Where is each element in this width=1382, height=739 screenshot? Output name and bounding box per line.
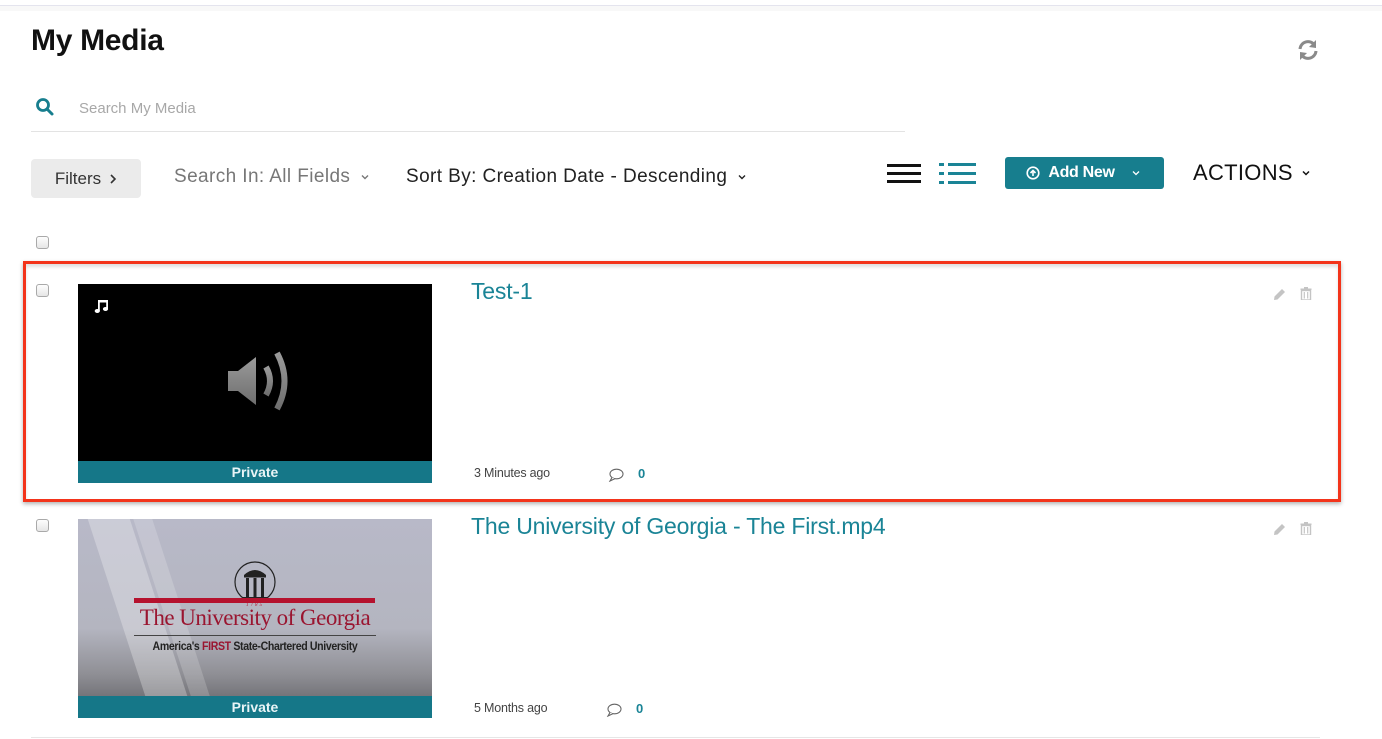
tagline-pre: America's [152,639,203,653]
tagline-bold: FIRST [202,639,231,653]
music-note-icon [94,300,109,313]
privacy-badge: Private [78,461,432,483]
chevron-down-icon [361,175,369,180]
top-band [0,6,1382,11]
edit-icon[interactable] [1273,288,1286,301]
search-in-dropdown[interactable]: Search In: All Fields [174,166,370,188]
row-divider [31,737,1320,738]
filters-button[interactable]: Filters [31,159,141,198]
refresh-button[interactable] [1296,38,1320,62]
tagline-post: State-Chartered University [230,639,358,653]
comment-count[interactable]: 0 [638,466,645,481]
comment-icon [608,468,624,482]
speaker-icon [228,351,288,411]
comment-count[interactable]: 0 [636,701,643,716]
page-title: My Media [31,24,164,57]
sort-by-label: Sort By: Creation Date - Descending [406,166,728,187]
media-time: 3 Minutes ago [474,466,550,480]
media-thumbnail[interactable]: 1785 The University of Georgia America's… [78,519,432,718]
chevron-down-icon [738,175,746,180]
sort-by-dropdown[interactable]: Sort By: Creation Date - Descending [406,166,747,188]
refresh-icon [1298,40,1318,60]
privacy-badge: Private [78,696,432,718]
filters-label: Filters [54,168,102,188]
thumbnail-divider [134,635,376,636]
search-bar [31,90,905,132]
arch-logo-icon [234,561,276,603]
media-time: 5 Months ago [474,701,548,715]
upload-icon [1026,166,1040,180]
chevron-right-icon [110,173,117,184]
media-title-link[interactable]: Test-1 [471,278,533,305]
add-new-button[interactable]: Add New [1005,157,1164,189]
edit-icon[interactable] [1273,523,1286,536]
thumbnail-tagline: America's FIRST State-Chartered Universi… [99,639,411,653]
delete-icon[interactable] [1300,287,1312,300]
media-thumbnail[interactable]: Private [78,284,432,483]
row-checkbox[interactable] [36,519,49,532]
delete-icon[interactable] [1300,522,1312,535]
actions-dropdown[interactable]: ACTIONS [1193,160,1311,186]
row-checkbox[interactable] [36,284,49,297]
detailed-view-button[interactable] [939,162,977,186]
chevron-down-icon [1132,171,1140,176]
search-in-label: Search In: All Fields [174,166,351,187]
list-view-button[interactable] [887,163,922,185]
comment-icon [606,703,622,717]
list-view-icon [887,164,921,183]
actions-label: ACTIONS [1193,160,1293,185]
thumbnail-university-name: The University of Georgia [139,605,371,630]
search-icon[interactable] [35,97,55,117]
detailed-view-icon [939,163,976,184]
media-title-link[interactable]: The University of Georgia - The First.mp… [471,513,886,540]
search-input[interactable] [79,94,879,122]
add-new-label: Add New [1048,164,1115,181]
chevron-down-icon [1302,170,1310,176]
select-all-checkbox[interactable] [36,236,49,249]
